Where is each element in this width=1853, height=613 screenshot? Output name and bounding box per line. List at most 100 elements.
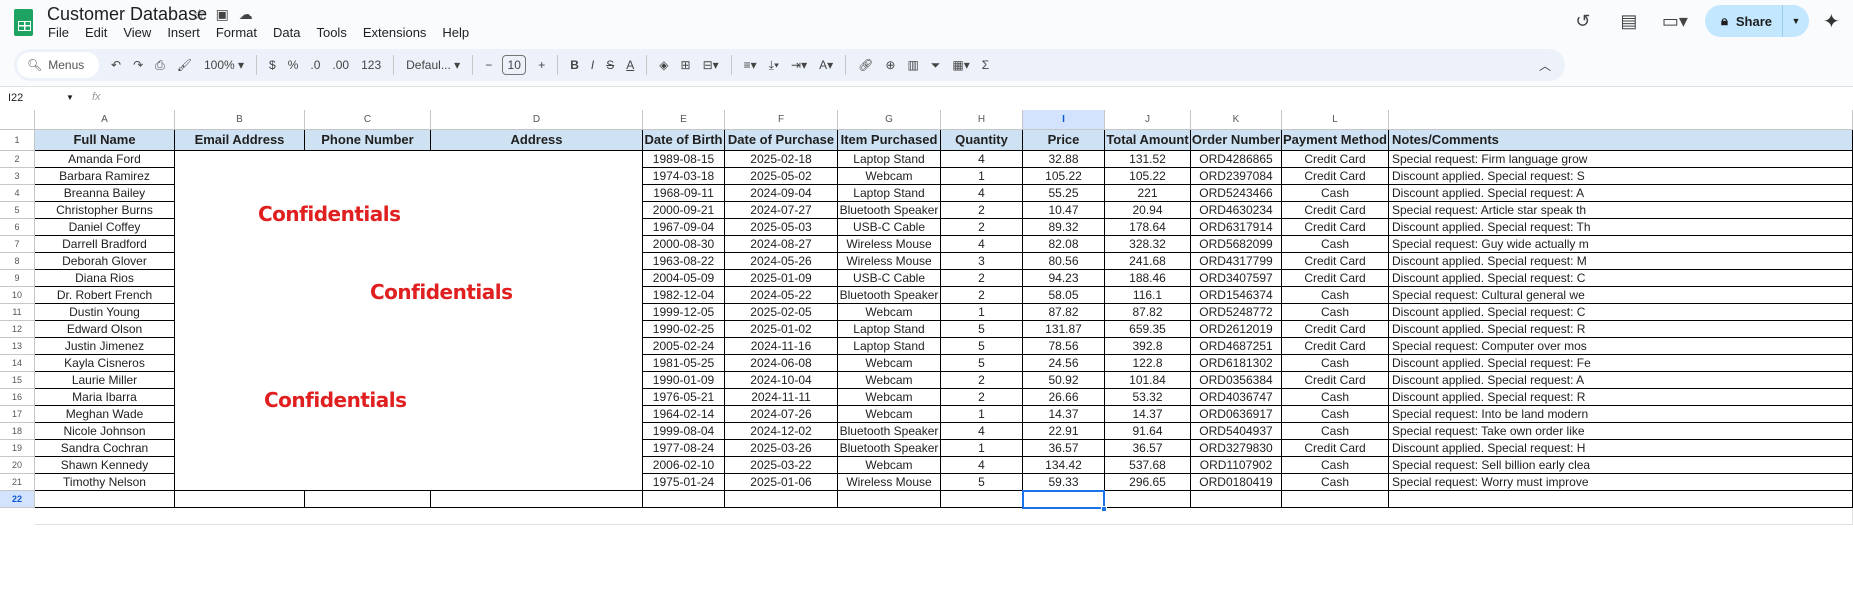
row-header[interactable]: 1 [0, 130, 35, 151]
data-cell[interactable]: 1976-05-21 [643, 389, 725, 406]
meet-icon[interactable]: ▭▾ [1659, 11, 1691, 32]
data-cell[interactable]: ORD0636917 [1191, 406, 1282, 423]
row-header[interactable]: 7 [0, 236, 35, 253]
header-cell[interactable]: Quantity [941, 130, 1023, 151]
menu-edit[interactable]: Edit [85, 25, 115, 40]
data-cell[interactable]: ORD0356384 [1191, 372, 1282, 389]
data-cell[interactable]: Credit Card [1282, 219, 1389, 236]
column-header-k[interactable]: K [1191, 110, 1282, 130]
data-cell[interactable]: 2024-05-26 [725, 253, 838, 270]
data-cell[interactable]: 131.87 [1023, 321, 1105, 338]
data-cell[interactable]: 2025-05-03 [725, 219, 838, 236]
data-cell[interactable]: Special request: Take own order like [1389, 423, 1853, 440]
data-cell[interactable]: Meghan Wade [35, 406, 175, 423]
functions-button[interactable]: Σ [982, 58, 989, 72]
vertical-align-icon[interactable]: ⤓▾ [769, 58, 779, 73]
data-cell[interactable]: Credit Card [1282, 202, 1389, 219]
data-cell[interactable]: 4 [941, 423, 1023, 440]
data-cell[interactable]: 2000-08-30 [643, 236, 725, 253]
row-header[interactable]: 3 [0, 168, 35, 185]
data-cell[interactable]: 188.46 [1105, 270, 1191, 287]
data-cell[interactable]: 2005-02-24 [643, 338, 725, 355]
move-folder-icon[interactable]: ▣ [216, 6, 229, 23]
row-header[interactable]: 6 [0, 219, 35, 236]
data-cell[interactable]: ORD4036747 [1191, 389, 1282, 406]
data-cell[interactable]: 2025-02-05 [725, 304, 838, 321]
header-cell[interactable]: Date of Purchase [725, 130, 838, 151]
empty-cell[interactable] [838, 491, 941, 508]
data-cell[interactable]: 2025-01-09 [725, 270, 838, 287]
data-cell[interactable]: Webcam [838, 355, 941, 372]
data-cell[interactable]: 2025-05-02 [725, 168, 838, 185]
empty-cell[interactable] [35, 491, 175, 508]
collapse-toolbar-icon[interactable]: ︿ [1539, 57, 1551, 74]
data-cell[interactable]: 221 [1105, 185, 1191, 202]
data-cell[interactable]: 2024-05-22 [725, 287, 838, 304]
data-cell[interactable]: Barbara Ramirez [35, 168, 175, 185]
data-cell[interactable]: Cash [1282, 474, 1389, 491]
share-button[interactable]: 🔒︎ Share ▼ [1704, 5, 1809, 37]
data-cell[interactable]: Cash [1282, 304, 1389, 321]
data-cell[interactable]: 134.42 [1023, 457, 1105, 474]
data-cell[interactable]: Credit Card [1282, 440, 1389, 457]
header-cell[interactable]: Notes/Comments [1389, 130, 1853, 151]
data-cell[interactable]: 1963-08-22 [643, 253, 725, 270]
data-cell[interactable]: Cash [1282, 287, 1389, 304]
data-cell[interactable]: 1990-01-09 [643, 372, 725, 389]
confidential-merged-cell[interactable] [175, 151, 643, 491]
data-cell[interactable]: Credit Card [1282, 168, 1389, 185]
strikethrough-button[interactable]: S [606, 58, 614, 72]
data-cell[interactable]: Wireless Mouse [838, 253, 941, 270]
data-cell[interactable]: 2025-01-06 [725, 474, 838, 491]
data-cell[interactable]: 328.32 [1105, 236, 1191, 253]
data-cell[interactable]: Special request: Computer over mos [1389, 338, 1853, 355]
data-cell[interactable]: 2024-06-08 [725, 355, 838, 372]
data-cell[interactable]: 5 [941, 474, 1023, 491]
menu-help[interactable]: Help [442, 25, 477, 40]
data-cell[interactable]: 2 [941, 287, 1023, 304]
data-cell[interactable]: Bluetooth Speaker [838, 287, 941, 304]
data-cell[interactable]: Maria Ibarra [35, 389, 175, 406]
data-cell[interactable]: 101.84 [1105, 372, 1191, 389]
data-cell[interactable]: 1964-02-14 [643, 406, 725, 423]
data-cell[interactable]: Deborah Glover [35, 253, 175, 270]
data-cell[interactable]: Credit Card [1282, 253, 1389, 270]
data-cell[interactable]: Discount applied. Special request: Fe [1389, 355, 1853, 372]
header-cell[interactable]: Phone Number [305, 130, 431, 151]
filter-icon[interactable]: ⏷ [931, 58, 941, 73]
data-cell[interactable]: Discount applied. Special request: C [1389, 304, 1853, 321]
data-cell[interactable]: 2025-03-26 [725, 440, 838, 457]
menu-data[interactable]: Data [273, 25, 308, 40]
data-cell[interactable]: 82.08 [1023, 236, 1105, 253]
row-header[interactable]: 18 [0, 423, 35, 440]
data-cell[interactable]: 32.88 [1023, 151, 1105, 168]
data-cell[interactable]: 36.57 [1105, 440, 1191, 457]
data-cell[interactable]: 5 [941, 321, 1023, 338]
data-cell[interactable]: 1999-08-04 [643, 423, 725, 440]
data-cell[interactable]: Dr. Robert French [35, 287, 175, 304]
insert-link-icon[interactable]: 🔗︎ [858, 58, 873, 72]
menu-extensions[interactable]: Extensions [363, 25, 435, 40]
data-cell[interactable]: Special request: Article star speak th [1389, 202, 1853, 219]
data-cell[interactable]: Laptop Stand [838, 151, 941, 168]
data-cell[interactable]: Webcam [838, 406, 941, 423]
data-cell[interactable]: USB-C Cable [838, 219, 941, 236]
row-header[interactable]: 12 [0, 321, 35, 338]
data-cell[interactable]: 50.92 [1023, 372, 1105, 389]
data-cell[interactable]: Credit Card [1282, 372, 1389, 389]
data-cell[interactable]: 1 [941, 440, 1023, 457]
data-cell[interactable]: 2024-07-27 [725, 202, 838, 219]
select-all-corner[interactable] [0, 110, 35, 130]
data-cell[interactable]: 2024-10-04 [725, 372, 838, 389]
data-cell[interactable]: 2025-02-18 [725, 151, 838, 168]
data-cell[interactable]: ORD5248772 [1191, 304, 1282, 321]
data-cell[interactable]: ORD5682099 [1191, 236, 1282, 253]
paint-format-icon[interactable]: 🖌︎ [177, 58, 192, 72]
data-cell[interactable]: 2 [941, 202, 1023, 219]
name-box-dropdown-icon[interactable]: ▼ [66, 93, 74, 102]
data-cell[interactable]: Laptop Stand [838, 338, 941, 355]
data-cell[interactable]: 2024-11-11 [725, 389, 838, 406]
data-cell[interactable]: Bluetooth Speaker [838, 440, 941, 457]
data-cell[interactable]: 22.91 [1023, 423, 1105, 440]
row-header[interactable]: 13 [0, 338, 35, 355]
